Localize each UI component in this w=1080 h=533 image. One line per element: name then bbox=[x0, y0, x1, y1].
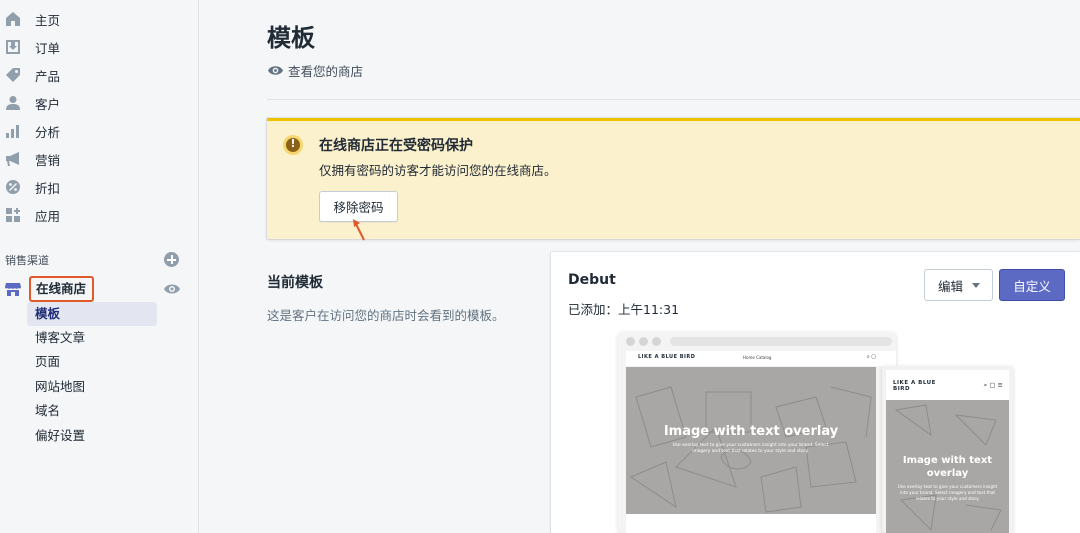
sidebar-item-label: 营销 bbox=[35, 152, 61, 168]
preview-hero-image: Image with text overlay Use overlay text… bbox=[626, 367, 876, 514]
banner-text: 仅拥有密码的访客才能访问您的在线商店。 bbox=[319, 163, 557, 178]
sidebar-item-apps[interactable]: 应用 bbox=[0, 202, 190, 228]
divider bbox=[267, 99, 1080, 100]
sidebar-subitem-navigation[interactable]: 网站地图 bbox=[27, 375, 157, 399]
mobile-preview-header: LIKE A BLUE BIRD ⌕ ▢ ≡ bbox=[886, 370, 1009, 400]
sidebar: 主页 订单 产品 客户 分析 营销 折扣 应用 销售渠道 在线商店 模板 博客文… bbox=[0, 0, 199, 533]
sidebar-item-customers[interactable]: 客户 bbox=[0, 90, 190, 116]
view-store-link[interactable]: 查看您的商店 bbox=[268, 61, 363, 80]
desktop-theme-preview: LIKE A BLUE BIRD Home Catalog ⌕ ▢ Image bbox=[618, 332, 896, 533]
preview-hero-subtitle: Use overlay text to give your customers … bbox=[672, 443, 829, 454]
preview-search-cart-icon: ⌕ ▢ bbox=[866, 354, 876, 360]
eye-icon[interactable] bbox=[164, 281, 180, 297]
sidebar-item-analytics[interactable]: 分析 bbox=[0, 118, 190, 144]
banner-title: 在线商店正在受密码保护 bbox=[319, 138, 473, 154]
hero-illustration bbox=[629, 386, 872, 513]
mobile-preview-hero-subtitle: Use overlay text to give your customers … bbox=[897, 484, 998, 501]
sidebar-item-label: 产品 bbox=[35, 68, 61, 84]
store-icon bbox=[5, 283, 21, 296]
mobile-preview-icons: ⌕ ▢ ≡ bbox=[983, 381, 1003, 389]
sidebar-item-orders[interactable]: 订单 bbox=[0, 34, 190, 60]
customize-button[interactable]: 自定义 bbox=[999, 269, 1065, 301]
sidebar-subitem-preferences[interactable]: 偏好设置 bbox=[27, 424, 157, 448]
person-icon bbox=[6, 96, 20, 110]
sidebar-item-label: 应用 bbox=[35, 208, 61, 224]
apps-icon bbox=[6, 208, 20, 222]
tag-icon bbox=[6, 68, 20, 82]
sidebar-item-discounts[interactable]: 折扣 bbox=[0, 174, 190, 200]
mobile-preview-hero-title: Image with text overlay bbox=[902, 455, 993, 479]
discount-icon bbox=[6, 180, 20, 194]
page-title: 模板 bbox=[267, 24, 315, 52]
caret-down-icon bbox=[972, 283, 980, 288]
mobile-preview-brand: LIKE A BLUE BIRD bbox=[893, 380, 936, 392]
orders-icon bbox=[6, 40, 20, 54]
current-theme-card: Debut 已添加：上午11:31 编辑 自定义 LIKE A BLUE BIR… bbox=[551, 252, 1080, 533]
home-icon bbox=[6, 12, 20, 26]
mobile-theme-preview: LIKE A BLUE BIRD ⌕ ▢ ≡ Image with text o… bbox=[882, 366, 1013, 533]
megaphone-icon bbox=[6, 152, 19, 166]
sidebar-item-label: 分析 bbox=[35, 124, 61, 140]
edit-dropdown-button[interactable]: 编辑 bbox=[924, 269, 993, 301]
sidebar-item-products[interactable]: 产品 bbox=[0, 62, 190, 88]
mobile-preview-hero-image: Image with text overlay Use overlay text… bbox=[886, 400, 1009, 533]
sidebar-item-label: 订单 bbox=[35, 40, 61, 56]
add-channel-icon[interactable] bbox=[164, 252, 179, 267]
sidebar-subitem-pages[interactable]: 页面 bbox=[27, 350, 157, 374]
preview-brand: LIKE A BLUE BIRD bbox=[638, 354, 696, 360]
sidebar-subitem-blog-posts[interactable]: 博客文章 bbox=[27, 326, 157, 350]
sidebar-item-home[interactable]: 主页 bbox=[0, 6, 190, 32]
preview-nav: Home Catalog bbox=[743, 355, 772, 360]
view-store-label: 查看您的商店 bbox=[288, 64, 364, 79]
password-protection-banner: ! 在线商店正在受密码保护 仅拥有密码的访客才能访问您的在线商店。 移除密码 bbox=[267, 118, 1080, 239]
online-store-label: 在线商店 bbox=[29, 276, 94, 302]
sidebar-subitem-themes[interactable]: 模板 bbox=[27, 302, 157, 326]
annotation-arrow-icon bbox=[353, 219, 365, 241]
sidebar-item-label: 折扣 bbox=[35, 180, 61, 196]
eye-icon bbox=[268, 66, 283, 75]
sidebar-item-marketing[interactable]: 营销 bbox=[0, 146, 190, 172]
preview-hero-title: Image with text overlay bbox=[663, 424, 839, 439]
theme-name: Debut bbox=[568, 272, 616, 288]
sidebar-subitem-domains[interactable]: 域名 bbox=[27, 399, 157, 423]
preview-site-footer bbox=[626, 514, 876, 533]
edit-button-label: 编辑 bbox=[938, 278, 964, 294]
theme-added-time: 已添加：上午11:31 bbox=[568, 302, 680, 317]
warning-icon: ! bbox=[283, 135, 303, 155]
sidebar-item-online-store[interactable]: 在线商店 bbox=[0, 276, 190, 302]
sales-channels-label: 销售渠道 bbox=[5, 254, 49, 267]
current-theme-description: 这是客户在访问您的商店时会看到的模板。 bbox=[267, 308, 505, 323]
current-theme-heading: 当前模板 bbox=[267, 275, 323, 291]
preview-site-header: LIKE A BLUE BIRD Home Catalog ⌕ ▢ bbox=[626, 351, 896, 366]
sidebar-item-label: 客户 bbox=[35, 96, 61, 112]
sidebar-item-label: 主页 bbox=[35, 12, 61, 28]
url-bar bbox=[670, 337, 892, 346]
window-dots bbox=[626, 337, 661, 346]
bar-chart-icon bbox=[6, 125, 19, 138]
